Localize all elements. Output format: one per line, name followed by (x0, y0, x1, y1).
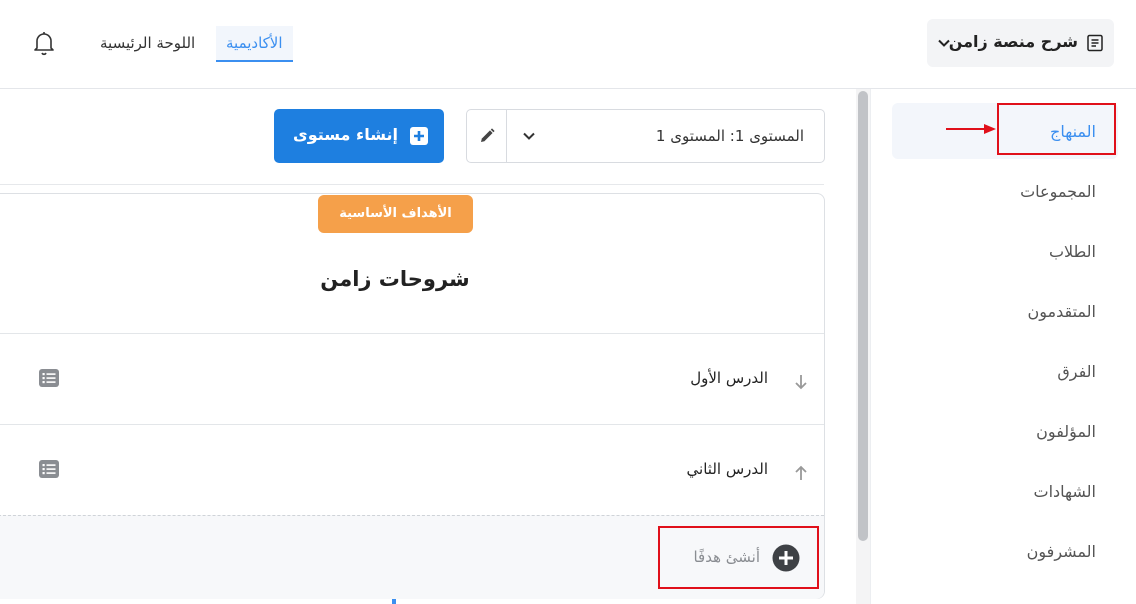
level-selector[interactable]: المستوى 1: المستوى 1 (466, 109, 825, 163)
bell-icon[interactable] (31, 29, 57, 57)
scrollbar-thumb[interactable] (858, 91, 868, 541)
platform-selector[interactable]: شرح منصة زامن (927, 19, 1114, 67)
lesson-row[interactable]: الدرس الأول (0, 333, 824, 424)
lesson-title: الدرس الأول (690, 369, 768, 387)
list-icon[interactable] (39, 460, 59, 478)
nav-tab-academy[interactable]: الأكاديمية (216, 26, 293, 62)
sidebar-item-groups[interactable]: المجموعات (1020, 182, 1096, 201)
main-content: المستوى 1: المستوى 1 إنشاء مستوى الأهداف… (0, 89, 856, 604)
card-title: شروحات زامن (320, 267, 470, 291)
nav-tab-dashboard[interactable]: اللوحة الرئيسية (90, 26, 205, 62)
divider (0, 184, 824, 185)
sidebar-item-authors[interactable]: المؤلفون (1036, 422, 1096, 441)
chevron-down-icon (938, 39, 950, 47)
document-list-icon (1087, 34, 1103, 52)
chevron-down-icon (523, 132, 535, 140)
lesson-title: الدرس الثاني (686, 460, 768, 478)
list-icon[interactable] (39, 369, 59, 387)
arrow-up-icon[interactable] (794, 465, 808, 481)
sidebar: المنهاج المجموعات الطلاب المتقدمون الفرق… (870, 89, 1136, 604)
sidebar-item-certificates[interactable]: الشهادات (1034, 482, 1096, 501)
sidebar-item-students[interactable]: الطلاب (1049, 242, 1096, 261)
plus-square-icon (410, 127, 428, 145)
sidebar-item-teams[interactable]: الفرق (1057, 362, 1096, 381)
arrow-down-icon[interactable] (794, 374, 808, 390)
sidebar-item-applicants[interactable]: المتقدمون (1028, 302, 1096, 321)
annotation-arrow (946, 124, 996, 134)
platform-name: شرح منصة زامن (948, 32, 1078, 51)
annotation-highlight-box (658, 526, 819, 589)
core-goals-badge: الأهداف الأساسية (318, 195, 473, 233)
create-level-label: إنشاء مستوى (293, 125, 398, 144)
top-bar: اللوحة الرئيسية الأكاديمية شرح منصة زامن (0, 0, 1136, 89)
annotation-highlight-box (997, 103, 1116, 155)
scroll-indicator (392, 599, 396, 604)
pencil-icon (481, 128, 495, 142)
lesson-row[interactable]: الدرس الثاني (0, 424, 824, 515)
edit-level-button[interactable] (467, 110, 507, 162)
sidebar-item-supervisors[interactable]: المشرفون (1027, 542, 1096, 561)
level-selected-value: المستوى 1: المستوى 1 (655, 127, 804, 145)
create-level-button[interactable]: إنشاء مستوى (274, 109, 444, 163)
